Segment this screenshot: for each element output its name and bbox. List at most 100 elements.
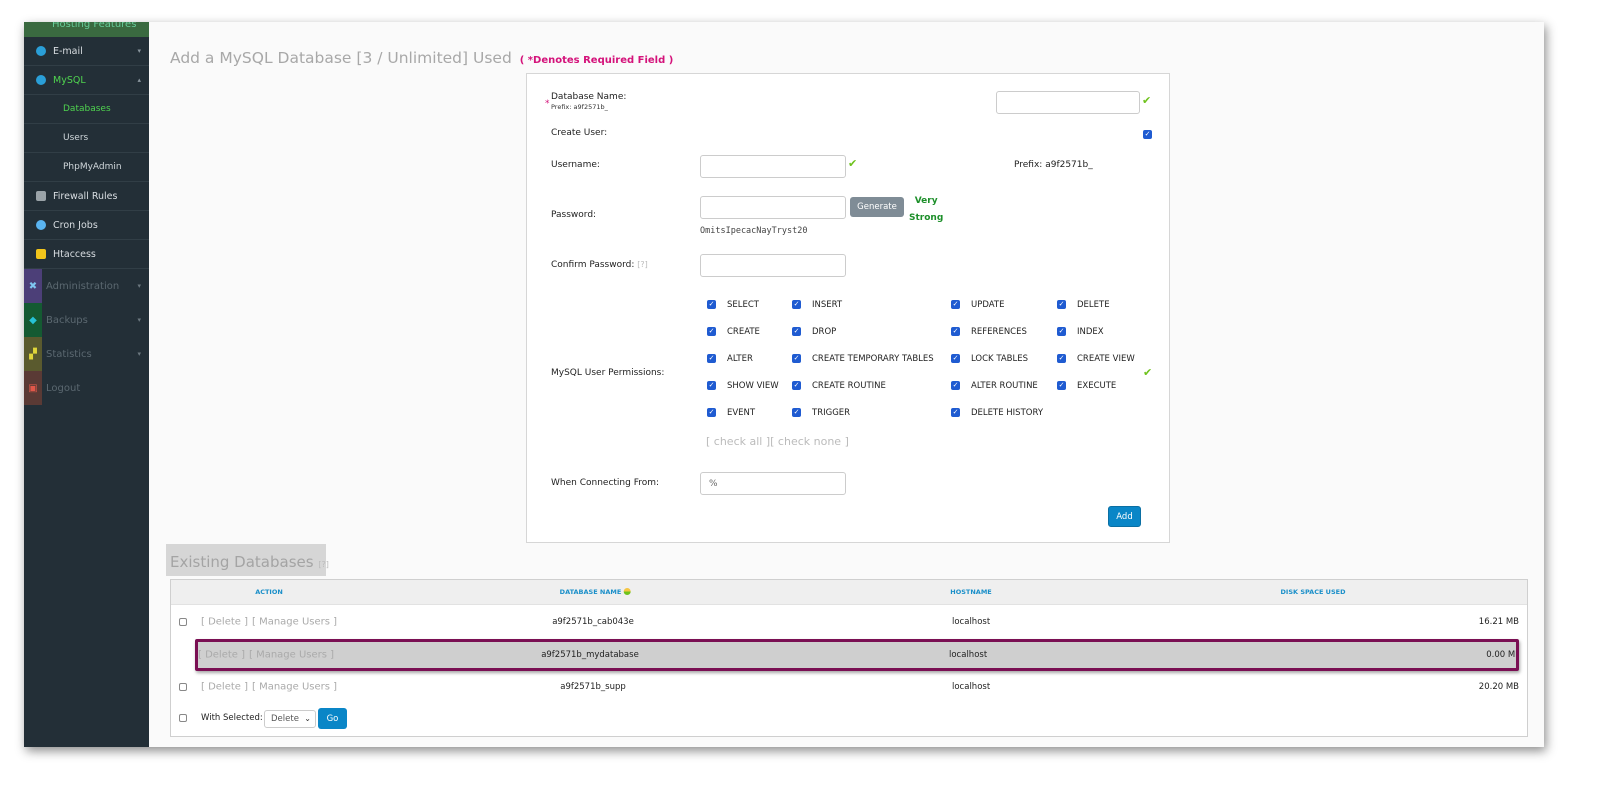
column-header-database-name-text: DATABASE NAME xyxy=(559,588,622,596)
permission-checkbox[interactable]: ✓ xyxy=(792,327,801,336)
sidebar-subitem-users[interactable]: Users xyxy=(24,124,149,153)
chevron-down-icon: ⌄ xyxy=(304,714,311,723)
permission-label: SHOW VIEW xyxy=(727,381,779,391)
delete-link[interactable]: [ Delete ] xyxy=(201,682,248,693)
permission-checkbox[interactable]: ✓ xyxy=(707,327,716,336)
database-name-label-text: Database Name: xyxy=(551,92,627,102)
sidebar-item-mysql[interactable]: MySQL ▴ xyxy=(24,66,149,95)
databases-table: ACTION DATABASE NAME HOSTNAME DISK SPACE… xyxy=(170,579,1528,737)
sidebar-item-email[interactable]: E-mail ▾ xyxy=(24,37,149,66)
database-name-input[interactable] xyxy=(996,91,1140,114)
bulk-action-value: Delete xyxy=(271,714,299,724)
manage-users-link[interactable]: [ Manage Users ] xyxy=(252,617,337,628)
bulk-action-select[interactable]: Delete ⌄ xyxy=(264,710,316,728)
permission-label: EXECUTE xyxy=(1077,381,1117,391)
mysql-icon xyxy=(36,75,46,85)
add-button[interactable]: Add xyxy=(1108,506,1141,527)
confirm-password-input[interactable] xyxy=(700,254,846,277)
delete-link[interactable]: [ Delete ] xyxy=(201,617,248,628)
sidebar-subitem-phpmyadmin[interactable]: PhpMyAdmin xyxy=(24,153,149,182)
permission-checkbox[interactable]: ✓ xyxy=(707,408,716,417)
help-icon[interactable]: [?] xyxy=(318,560,329,569)
permission-checkbox[interactable]: ✓ xyxy=(951,381,960,390)
permission-label: REFERENCES xyxy=(971,327,1027,337)
permission-label: LOCK TABLES xyxy=(971,354,1029,364)
permission-checkbox[interactable]: ✓ xyxy=(951,327,960,336)
sidebar-subitem-databases[interactable]: Databases xyxy=(24,95,149,124)
chevron-down-icon: ▾ xyxy=(137,282,141,290)
column-header-database-name[interactable]: DATABASE NAME xyxy=(560,588,631,596)
hostname-cell: localhost xyxy=(952,682,991,692)
password-strength: Very Strong xyxy=(909,193,943,227)
check-links: [ check all ][ check none ] xyxy=(706,435,849,448)
sidebar-item-statistics[interactable]: ▞ Statistics ▾ xyxy=(24,337,149,371)
create-user-label: Create User: xyxy=(551,128,608,138)
firewall-icon xyxy=(36,191,46,201)
sort-icon[interactable] xyxy=(623,588,631,595)
permission-checkbox[interactable]: ✓ xyxy=(1057,354,1066,363)
table-row: [ Delete ] [ Manage Users ] a9f2571b_cab04… xyxy=(171,606,1527,638)
sidebar-item-label: Logout xyxy=(46,382,81,394)
strength-line-1: Very xyxy=(914,196,938,206)
permission-checkbox[interactable]: ✓ xyxy=(1057,327,1066,336)
sidebar-item-logout[interactable]: ▣ Logout xyxy=(24,371,149,405)
permission-checkbox[interactable]: ✓ xyxy=(792,408,801,417)
go-button[interactable]: Go xyxy=(318,708,347,729)
row-checkbox[interactable] xyxy=(179,683,187,691)
email-icon xyxy=(36,46,46,56)
permission-label: INSERT xyxy=(812,300,843,310)
permission-label: EVENT xyxy=(727,408,756,418)
sidebar-item-firewall-rules[interactable]: Firewall Rules xyxy=(24,182,149,211)
logout-icon: ▣ xyxy=(24,371,42,405)
valid-check-icon: ✔ xyxy=(848,157,858,170)
check-all-link[interactable]: [ check all ] xyxy=(706,435,770,448)
permission-label: ALTER xyxy=(727,354,753,364)
permission-checkbox[interactable]: ✓ xyxy=(1057,381,1066,390)
table-row: [ Delete ] [ Manage Users ] a9f2571b_supp l… xyxy=(171,671,1527,703)
database-name-label: Database Name: Prefix: a9f2571b_ xyxy=(551,92,626,111)
valid-check-icon: ✔ xyxy=(1143,366,1153,379)
generate-password-button[interactable]: Generate xyxy=(850,197,904,217)
hostname-cell: localhost xyxy=(952,617,991,627)
main-content: Add a MySQL Database [3 / Unlimited] Use… xyxy=(149,22,1544,747)
permission-checkbox[interactable]: ✓ xyxy=(707,354,716,363)
permission-label: TRIGGER xyxy=(812,408,851,418)
suggested-password[interactable]: OmitsIpecacNayTryst20 xyxy=(700,226,807,236)
password-input[interactable] xyxy=(700,196,846,219)
permission-checkbox[interactable]: ✓ xyxy=(792,381,801,390)
connecting-from-input[interactable] xyxy=(700,472,846,495)
permission-checkbox[interactable]: ✓ xyxy=(707,300,716,309)
tools-icon: ✖ xyxy=(24,269,42,303)
sidebar-item-cron-jobs[interactable]: Cron Jobs xyxy=(24,211,149,240)
sidebar-item-label: Htaccess xyxy=(53,248,96,260)
delete-link[interactable]: [ Delete ] xyxy=(198,650,245,661)
select-all-checkbox[interactable] xyxy=(179,714,187,722)
sidebar-item-label: MySQL xyxy=(53,74,86,86)
help-icon[interactable]: [?] xyxy=(637,260,648,269)
manage-users-link[interactable]: [ Manage Users ] xyxy=(252,682,337,693)
manage-users-link[interactable]: [ Manage Users ] xyxy=(249,650,334,661)
sidebar-item-label: Statistics xyxy=(46,348,92,360)
sidebar-item-backups[interactable]: ◆ Backups ▾ xyxy=(24,303,149,337)
permission-checkbox[interactable]: ✓ xyxy=(951,408,960,417)
create-user-checkbox[interactable]: ✓ xyxy=(1143,130,1152,139)
existing-databases-title: Existing Databases xyxy=(170,553,314,571)
row-checkbox[interactable] xyxy=(179,618,187,626)
app-window: Hosting Features E-mail ▾ MySQL ▴ Databa… xyxy=(24,22,1544,747)
permission-checkbox[interactable]: ✓ xyxy=(951,354,960,363)
chevron-down-icon: ▾ xyxy=(137,316,141,324)
permission-checkbox[interactable]: ✓ xyxy=(1057,300,1066,309)
chevron-down-icon: ▾ xyxy=(137,47,141,55)
check-none-link[interactable]: [ check none ] xyxy=(770,435,849,448)
sidebar-item-htaccess[interactable]: Htaccess xyxy=(24,240,149,269)
sidebar-item-label: Firewall Rules xyxy=(53,190,118,202)
permission-checkbox[interactable]: ✓ xyxy=(951,300,960,309)
sidebar-item-administration[interactable]: ✖ Administration ▾ xyxy=(24,269,149,303)
permission-checkbox[interactable]: ✓ xyxy=(707,381,716,390)
permission-checkbox[interactable]: ✓ xyxy=(792,354,801,363)
page-title: Add a MySQL Database [3 / Unlimited] Use… xyxy=(170,49,673,67)
permission-label: CREATE xyxy=(727,327,760,337)
permission-checkbox[interactable]: ✓ xyxy=(792,300,801,309)
sidebar-item-hosting-features[interactable]: Hosting Features xyxy=(24,22,149,37)
username-input[interactable] xyxy=(700,155,846,178)
